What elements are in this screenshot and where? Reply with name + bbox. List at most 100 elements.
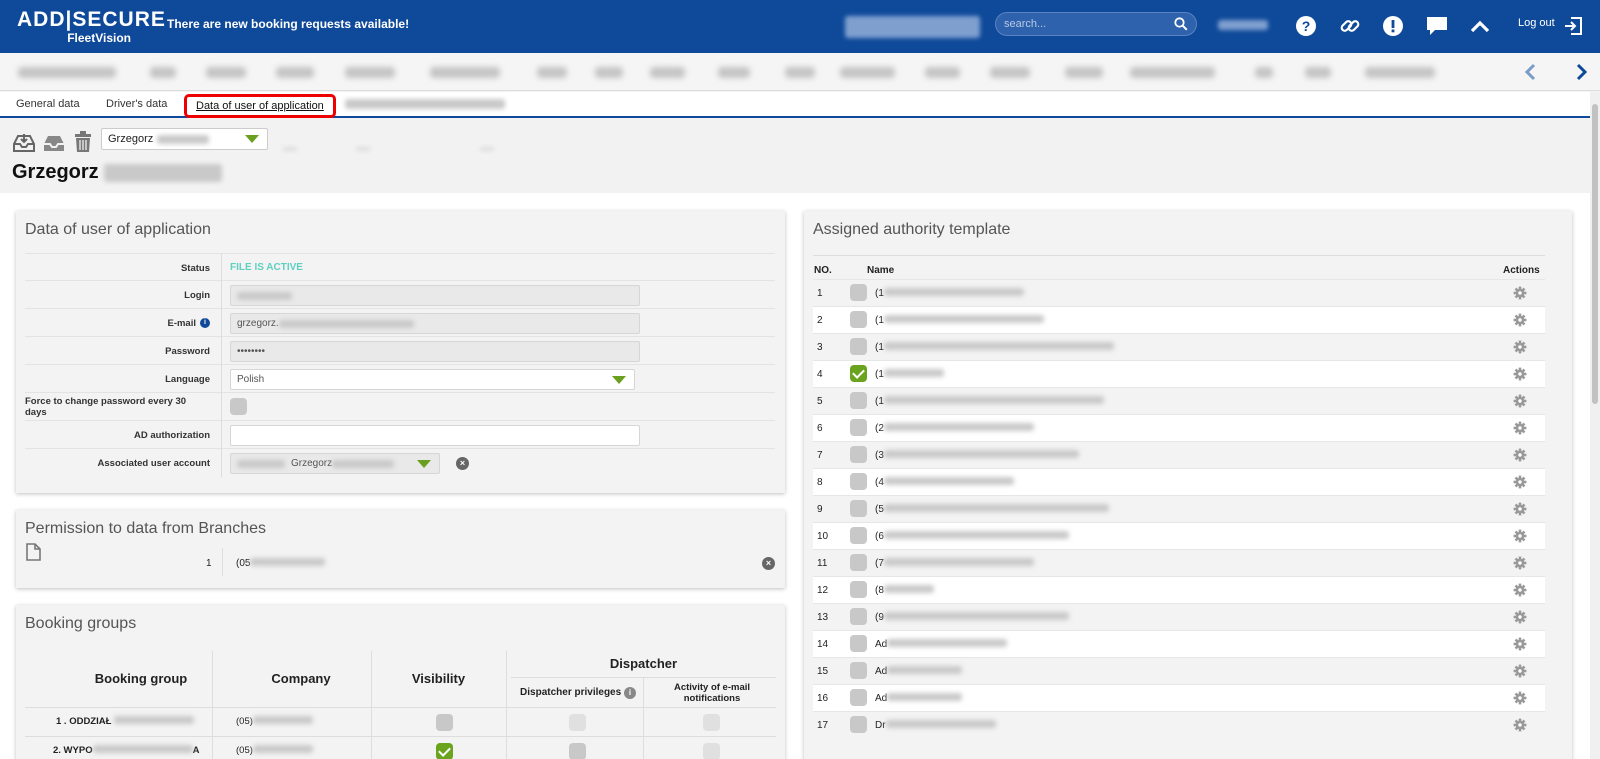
logout-icon[interactable] bbox=[1560, 13, 1586, 39]
authority-checkbox[interactable] bbox=[850, 338, 867, 355]
nav-item-redacted[interactable] bbox=[840, 67, 895, 78]
authority-checkbox[interactable] bbox=[850, 554, 867, 571]
nav-item-redacted[interactable] bbox=[276, 67, 314, 78]
dispatcher-privileges-checkbox[interactable] bbox=[569, 743, 586, 759]
gear-icon[interactable] bbox=[1513, 529, 1527, 546]
alert-icon[interactable] bbox=[1380, 13, 1406, 39]
authority-checkbox[interactable] bbox=[850, 419, 867, 436]
ad-authorization-input[interactable] bbox=[230, 425, 640, 446]
nav-item-redacted[interactable] bbox=[650, 67, 685, 78]
login-field[interactable] bbox=[230, 285, 640, 306]
authority-checkbox[interactable] bbox=[850, 716, 867, 733]
nav-item-redacted[interactable] bbox=[785, 67, 815, 78]
associated-account-select[interactable]: Grzegorz bbox=[230, 453, 440, 474]
nav-item-redacted[interactable] bbox=[345, 67, 395, 78]
tab-general-data[interactable]: General data bbox=[16, 98, 80, 110]
gear-icon[interactable] bbox=[1513, 610, 1527, 627]
delete-icon[interactable] bbox=[73, 131, 93, 156]
document-icon[interactable] bbox=[26, 543, 41, 564]
page-scrollbar[interactable] bbox=[1590, 92, 1600, 759]
gear-icon[interactable] bbox=[1513, 367, 1527, 384]
email-notifications-checkbox[interactable] bbox=[703, 743, 720, 759]
authority-checkbox[interactable] bbox=[850, 311, 867, 328]
gear-icon[interactable] bbox=[1513, 340, 1527, 357]
search-icon[interactable] bbox=[1174, 17, 1188, 34]
logo-main-text: ADD|SECURE bbox=[17, 8, 166, 31]
authority-checkbox[interactable] bbox=[850, 284, 867, 301]
nav-item-redacted[interactable] bbox=[150, 67, 176, 78]
email-field[interactable]: grzegorz. bbox=[230, 313, 640, 334]
authority-checkbox[interactable] bbox=[850, 446, 867, 463]
nav-item-redacted[interactable] bbox=[595, 67, 623, 78]
tab-drivers-data[interactable]: Driver's data bbox=[106, 98, 167, 110]
search-box[interactable] bbox=[995, 12, 1197, 36]
gear-icon[interactable] bbox=[1513, 718, 1527, 735]
nav-item-redacted[interactable] bbox=[1065, 67, 1103, 78]
dispatcher-privileges-checkbox[interactable] bbox=[569, 714, 586, 731]
gear-icon[interactable] bbox=[1513, 691, 1527, 708]
remove-branch-icon[interactable]: × bbox=[762, 557, 775, 570]
nav-item-redacted[interactable] bbox=[430, 67, 500, 78]
visibility-checkbox[interactable] bbox=[436, 714, 453, 731]
language-select[interactable]: Polish bbox=[230, 369, 635, 390]
gear-icon[interactable] bbox=[1513, 475, 1527, 492]
authority-checkbox[interactable] bbox=[850, 473, 867, 490]
scrollbar-thumb[interactable] bbox=[1592, 104, 1598, 404]
nav-prev-icon[interactable] bbox=[1523, 63, 1537, 84]
authority-checkbox[interactable] bbox=[850, 500, 867, 517]
nav-next-icon[interactable] bbox=[1575, 63, 1589, 84]
info-icon[interactable]: i bbox=[200, 318, 210, 328]
tab-data-of-user-of-application[interactable]: Data of user of application bbox=[184, 94, 336, 118]
addsecure-logo[interactable]: ADD|SECURE FleetVision bbox=[17, 8, 166, 46]
visibility-checkbox[interactable] bbox=[436, 743, 453, 759]
authority-checkbox[interactable] bbox=[850, 635, 867, 652]
email-notifications-checkbox[interactable] bbox=[703, 714, 720, 731]
gear-icon[interactable] bbox=[1513, 637, 1527, 654]
authority-checkbox[interactable] bbox=[850, 392, 867, 409]
authority-checkbox[interactable] bbox=[850, 608, 867, 625]
search-input[interactable] bbox=[1004, 15, 1164, 33]
force-password-checkbox[interactable] bbox=[230, 398, 247, 415]
logout-label[interactable]: Log out bbox=[1518, 17, 1555, 29]
nav-item-redacted[interactable] bbox=[1255, 67, 1273, 78]
nav-item-redacted[interactable] bbox=[718, 67, 750, 78]
gear-icon[interactable] bbox=[1513, 583, 1527, 600]
authority-row-no: 3 bbox=[817, 342, 823, 353]
gear-icon[interactable] bbox=[1513, 556, 1527, 573]
nav-item-redacted[interactable] bbox=[1305, 67, 1331, 78]
info-icon[interactable]: i bbox=[623, 687, 636, 699]
password-field[interactable]: •••••••• bbox=[230, 341, 640, 362]
nav-item-redacted[interactable] bbox=[18, 67, 116, 78]
tab-redacted[interactable] bbox=[345, 99, 505, 109]
user-select[interactable]: Grzegorz bbox=[101, 128, 268, 150]
authority-checkbox[interactable] bbox=[850, 689, 867, 706]
authority-checkbox[interactable] bbox=[850, 662, 867, 679]
chevron-up-icon[interactable] bbox=[1467, 13, 1493, 39]
save-icon[interactable] bbox=[12, 132, 36, 157]
gear-icon[interactable] bbox=[1513, 286, 1527, 303]
nav-item-redacted[interactable] bbox=[537, 67, 567, 78]
nav-item-redacted[interactable] bbox=[990, 67, 1030, 78]
clear-associated-account-icon[interactable]: × bbox=[456, 457, 469, 470]
nav-item-redacted[interactable] bbox=[1130, 67, 1215, 78]
gear-icon[interactable] bbox=[1513, 394, 1527, 411]
chevron-down-icon[interactable] bbox=[417, 459, 431, 468]
gear-icon[interactable] bbox=[1513, 664, 1527, 681]
chevron-down-icon[interactable] bbox=[612, 375, 626, 384]
gear-icon[interactable] bbox=[1513, 421, 1527, 438]
help-icon[interactable]: ? bbox=[1293, 13, 1319, 39]
nav-item-redacted[interactable] bbox=[206, 67, 246, 78]
link-icon[interactable] bbox=[1337, 13, 1363, 39]
chat-icon[interactable] bbox=[1424, 13, 1450, 39]
authority-checkbox[interactable] bbox=[850, 581, 867, 598]
chevron-down-icon[interactable] bbox=[245, 135, 259, 143]
nav-item-redacted[interactable] bbox=[925, 67, 960, 78]
authority-checkbox[interactable] bbox=[850, 527, 867, 544]
booking-notice[interactable]: There are new booking requests available… bbox=[167, 17, 409, 31]
nav-item-redacted[interactable] bbox=[1365, 67, 1435, 78]
save-and-close-icon[interactable] bbox=[42, 132, 66, 157]
gear-icon[interactable] bbox=[1513, 313, 1527, 330]
authority-checkbox[interactable] bbox=[850, 365, 867, 382]
gear-icon[interactable] bbox=[1513, 502, 1527, 519]
gear-icon[interactable] bbox=[1513, 448, 1527, 465]
